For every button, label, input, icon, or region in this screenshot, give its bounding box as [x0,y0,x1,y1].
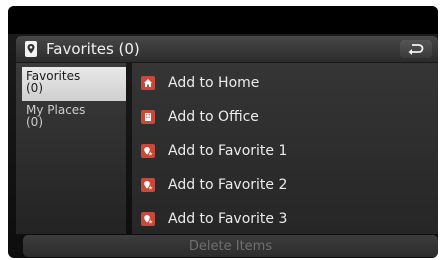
list-item-label: Add to Favorite 2 [168,177,288,193]
home-icon [141,76,155,90]
list-item-label: Add to Home [168,75,260,91]
category-sidebar: Favorites (0) My Places (0) [16,63,126,234]
status-bar [8,6,438,34]
list-item-add-to-favorite-3[interactable]: Add to Favorite 3 [132,202,438,236]
page-title: Favorites (0) [46,40,140,58]
map-pin-icon [24,40,38,58]
list-item-add-to-office[interactable]: Add to Office [132,100,438,134]
sidebar-item-my-places[interactable]: My Places (0) [22,101,126,131]
nav-screen: Favorites (0) Favorites (0) My Places (0… [8,6,438,258]
favorite-pin-icon [141,212,155,226]
header-bar: Favorites (0) [16,36,438,62]
sidebar-item-favorites[interactable]: Favorites (0) [22,67,126,101]
office-icon [141,110,155,124]
sidebar-item-count: (0) [26,81,43,95]
delete-items-button[interactable]: Delete Items [23,235,438,257]
back-arrow-icon [408,44,424,55]
list-item-label: Add to Favorite 1 [168,143,288,159]
favorites-list: Add to Home Add to Office Add to Favorit… [132,63,438,234]
list-item-add-to-favorite-2[interactable]: Add to Favorite 2 [132,168,438,202]
sidebar-item-count: (0) [26,115,43,129]
list-item-label: Add to Office [168,109,259,125]
favorite-pin-icon [141,144,155,158]
list-item-add-to-favorite-1[interactable]: Add to Favorite 1 [132,134,438,168]
list-item-label: Add to Favorite 3 [168,211,288,227]
back-button[interactable] [400,40,432,58]
list-item-add-to-home[interactable]: Add to Home [132,66,438,100]
delete-items-label: Delete Items [188,238,273,254]
favorite-pin-icon [141,178,155,192]
